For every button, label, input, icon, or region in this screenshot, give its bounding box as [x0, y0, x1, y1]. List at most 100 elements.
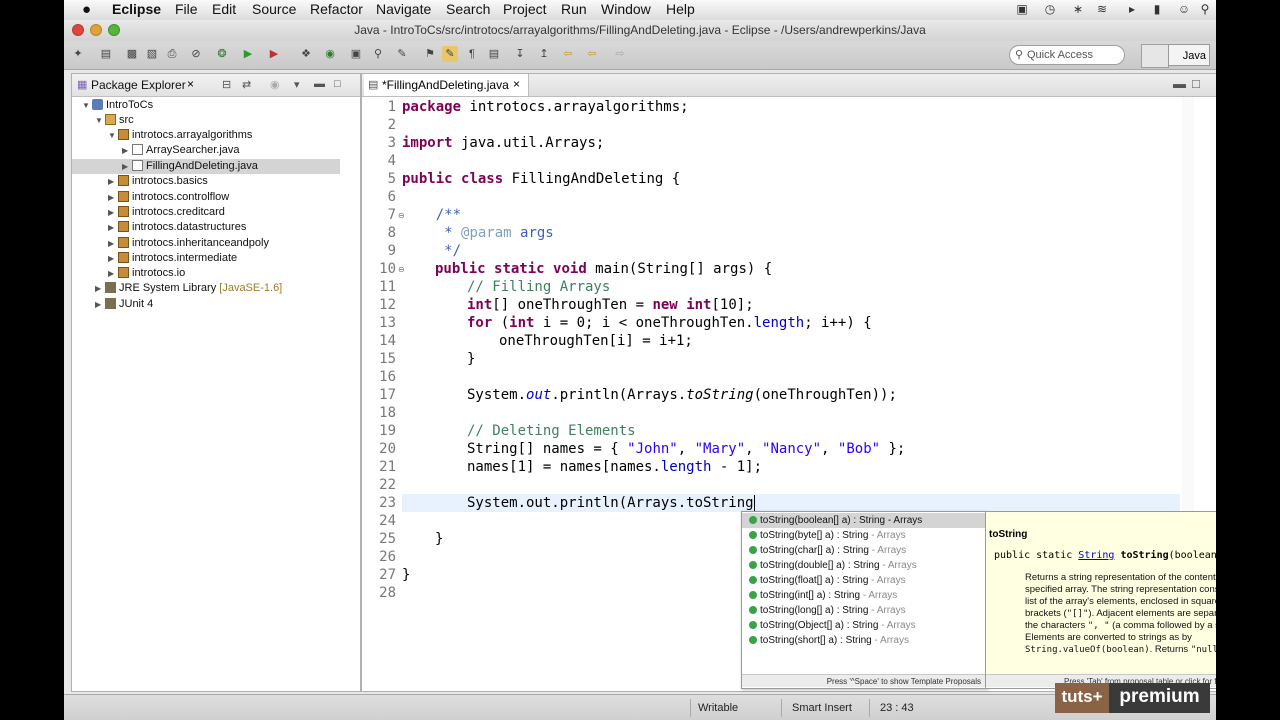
tree-item-creditcard[interactable]: ▶ introtocs.creditcard	[108, 205, 225, 220]
tree-item-arrayalgorithms[interactable]: ▼ introtocs.arrayalgorithms	[108, 128, 252, 143]
collapse-all-icon[interactable]: ⊟	[222, 78, 231, 91]
tree-item-datastructures[interactable]: ▶ introtocs.datastructures	[108, 220, 246, 235]
proposal-item[interactable]: toString(char[] a) : String - Arrays	[742, 543, 985, 558]
run-external-tools-icon[interactable]: ▶	[266, 46, 282, 62]
app-menu[interactable]: Eclipse	[112, 1, 161, 17]
close-window-button[interactable]	[72, 24, 84, 36]
proposal-item[interactable]: toString(long[] a) : String - Arrays	[742, 603, 985, 618]
open-type-icon[interactable]: ▣	[348, 46, 364, 62]
proposal-item[interactable]: toString(double[] a) : String - Arrays	[742, 558, 985, 573]
new-icon[interactable]: ✦	[70, 46, 86, 62]
forward-icon[interactable]: ⇨	[612, 46, 628, 62]
block-selection-icon[interactable]: ▤	[486, 46, 502, 62]
annotation-ruler[interactable]	[362, 97, 370, 691]
volume-icon[interactable]: ▸	[1124, 3, 1140, 16]
editor-tab-fillinganddeleting[interactable]: ▤ *FillingAndDeleting.java ×	[364, 74, 529, 96]
next-annotation-icon[interactable]: ↧	[512, 46, 528, 62]
collapsed-arrow-icon[interactable]: ▶	[108, 220, 118, 235]
back-icon[interactable]: ⇦	[584, 46, 600, 62]
menu-file[interactable]: File	[175, 1, 198, 17]
tree-item-controlflow[interactable]: ▶ introtocs.controlflow	[108, 190, 229, 205]
collapsed-arrow-icon[interactable]: ▶	[95, 297, 105, 312]
link-with-editor-icon[interactable]: ⇄	[242, 78, 251, 91]
proposal-item[interactable]: toString(boolean[] a) : String - Arrays	[742, 513, 985, 528]
view-menu-icon[interactable]: ▾	[294, 78, 300, 91]
mark-occurrences-icon[interactable]: ✎	[442, 46, 458, 62]
collapsed-arrow-icon[interactable]: ▶	[108, 205, 118, 220]
tree-item-fillinganddeleting[interactable]: ▶ FillingAndDeleting.java	[72, 159, 340, 174]
focus-icon[interactable]: ◉	[270, 78, 280, 91]
zoom-window-button[interactable]	[108, 24, 120, 36]
tree-item-src[interactable]: ▼ src	[95, 113, 134, 128]
menu-help[interactable]: Help	[666, 1, 695, 17]
collapsed-arrow-icon[interactable]: ▶	[122, 159, 132, 174]
quick-access-field[interactable]: ⚲ Quick Access	[1009, 45, 1125, 65]
minimize-icon[interactable]: ▬	[314, 78, 325, 90]
user-icon[interactable]: ☺	[1176, 3, 1192, 16]
run-icon[interactable]: ▶	[240, 46, 256, 62]
menu-project[interactable]: Project	[503, 1, 547, 17]
new-wizard-icon[interactable]: ▤	[98, 46, 114, 62]
type-link[interactable]: String	[1078, 550, 1114, 561]
javadoc-popup[interactable]: toString public static String toString(b…	[985, 511, 1216, 689]
camera-icon[interactable]: ▣	[1014, 3, 1030, 16]
package-explorer-tab[interactable]: ▦ Package Explorer × ⊟ ⇄ ◉ ▾ ▬ □	[72, 74, 360, 97]
tree-item-intermediate[interactable]: ▶ introtocs.intermediate	[108, 251, 237, 266]
collapsed-arrow-icon[interactable]: ▶	[108, 251, 118, 266]
proposal-item[interactable]: toString(Object[] a) : String - Arrays	[742, 618, 985, 633]
save-icon[interactable]: ▩	[124, 46, 140, 62]
collapsed-arrow-icon[interactable]: ▶	[108, 174, 118, 189]
proposal-item[interactable]: toString(float[] a) : String - Arrays	[742, 573, 985, 588]
tree-item-io[interactable]: ▶ introtocs.io	[108, 266, 185, 281]
menu-refactor[interactable]: Refactor	[310, 1, 363, 17]
close-icon[interactable]: ×	[187, 77, 194, 91]
tree-item-junit[interactable]: ▶ JUnit 4	[95, 297, 153, 312]
annotation-icon[interactable]: ⚑	[422, 46, 438, 62]
time-machine-icon[interactable]: ◷	[1042, 3, 1058, 16]
show-whitespace-icon[interactable]: ¶	[464, 46, 480, 62]
proposal-item[interactable]: toString(byte[] a) : String - Arrays	[742, 528, 985, 543]
previous-annotation-icon[interactable]: ↥	[536, 46, 552, 62]
maximize-icon[interactable]: □	[334, 78, 341, 90]
menu-search[interactable]: Search	[446, 1, 490, 17]
expanded-arrow-icon[interactable]: ▼	[82, 98, 92, 113]
last-edit-location-icon[interactable]: ⇦	[560, 46, 576, 62]
debug-icon[interactable]: ❂	[214, 46, 230, 62]
menu-source[interactable]: Source	[252, 1, 296, 17]
collapsed-arrow-icon[interactable]: ▶	[108, 236, 118, 251]
wifi-icon[interactable]: ≋	[1094, 3, 1110, 16]
open-task-icon[interactable]: ✎	[394, 46, 410, 62]
bluetooth-icon[interactable]: ∗	[1070, 3, 1086, 16]
battery-icon[interactable]: ▮	[1149, 3, 1165, 16]
java-perspective-button[interactable]: Java	[1168, 44, 1210, 66]
save-all-icon[interactable]: ▧	[144, 46, 160, 62]
menu-navigate[interactable]: Navigate	[376, 1, 431, 17]
menu-run[interactable]: Run	[561, 1, 587, 17]
proposal-item[interactable]: toString(short[] a) : String - Arrays	[742, 633, 985, 648]
tree-item-jre-library[interactable]: ▶ JRE System Library [JavaSE-1.6]	[95, 281, 282, 296]
tree-item-basics[interactable]: ▶ introtocs.basics	[108, 174, 208, 189]
open-perspective-button[interactable]	[1141, 44, 1169, 68]
print-icon[interactable]: ⎙	[164, 46, 180, 62]
new-java-package-icon[interactable]: ❖	[298, 46, 314, 62]
tree-item-inheritanceandpoly[interactable]: ▶ introtocs.inheritanceandpoly	[108, 236, 269, 251]
tree-item-introtocs[interactable]: ▼ IntroToCs	[82, 98, 153, 113]
collapsed-arrow-icon[interactable]: ▶	[108, 190, 118, 205]
maximize-icon[interactable]: □	[1192, 76, 1200, 91]
new-java-class-icon[interactable]: ◉	[322, 46, 338, 62]
minimize-window-button[interactable]	[90, 24, 102, 36]
proposal-item[interactable]: toString(int[] a) : String - Arrays	[742, 588, 985, 603]
collapsed-arrow-icon[interactable]: ▶	[108, 266, 118, 281]
menu-window[interactable]: Window	[601, 1, 651, 17]
spotlight-icon[interactable]: ⚲	[1197, 3, 1213, 16]
minimize-icon[interactable]: ▬	[1173, 76, 1186, 91]
apple-menu-icon[interactable]: ●	[82, 1, 91, 18]
search-icon[interactable]: ⚲	[370, 46, 386, 62]
collapsed-arrow-icon[interactable]: ▶	[122, 143, 132, 158]
expanded-arrow-icon[interactable]: ▼	[95, 113, 105, 128]
collapsed-arrow-icon[interactable]: ▶	[95, 281, 105, 296]
tree-item-arraysearcher[interactable]: ▶ ArraySearcher.java	[122, 143, 240, 158]
menu-edit[interactable]: Edit	[212, 1, 236, 17]
toggle-breakpoints-icon[interactable]: ⊘	[188, 46, 204, 62]
close-icon[interactable]: ×	[513, 77, 520, 91]
